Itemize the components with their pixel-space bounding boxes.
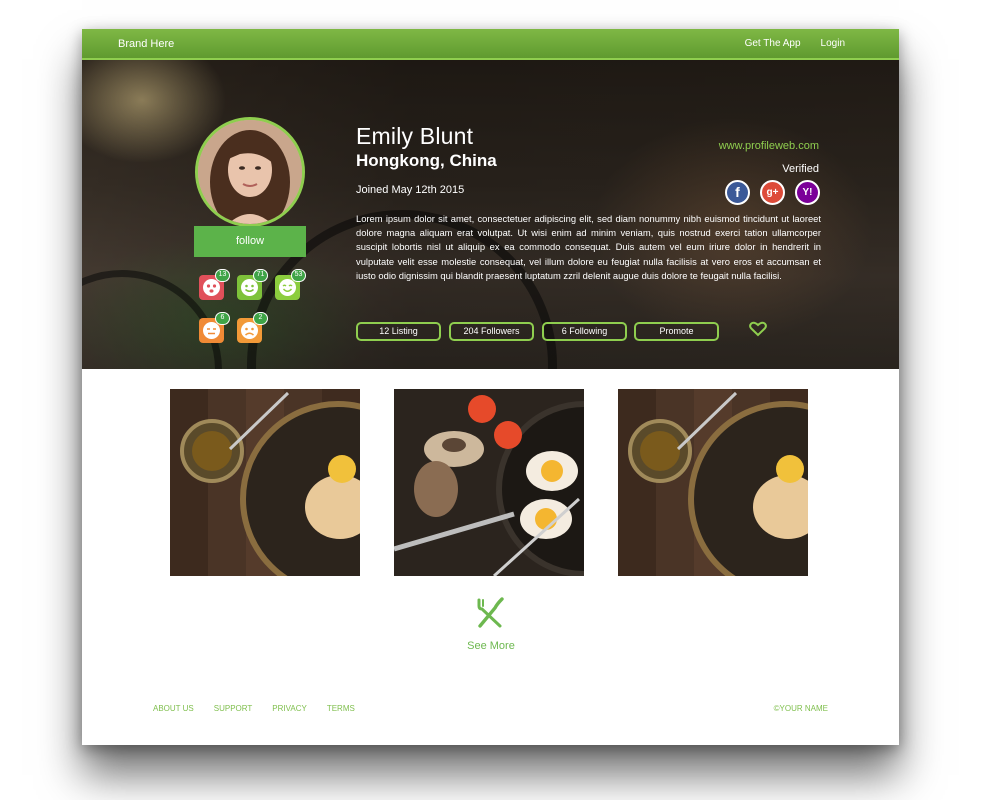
profile-location: Hongkong, China [356,151,497,170]
listing-count-button[interactable]: 12 Listing [356,322,441,341]
love-face-icon[interactable]: 13 [199,269,230,300]
nav-links: Get The App Login [745,38,845,49]
get-the-app-link[interactable]: Get The App [745,38,801,49]
neutral-face-icon[interactable]: 6 [199,312,230,343]
top-navbar: Brand Here Get The App Login [82,29,899,60]
reaction-count: 13 [215,269,230,282]
reaction-count: 6 [215,312,230,325]
reaction-count: 2 [253,312,268,325]
footer-about-link[interactable]: ABOUT US [153,704,194,713]
footer-terms-link[interactable]: TERMS [327,704,355,713]
profile-hero: follow 13 71 53 6 2 Emily Blunt Hongkong… [82,60,899,369]
google-plus-icon[interactable]: g+ [760,180,785,205]
following-count-button[interactable]: 6 Following [542,322,627,341]
footer-support-link[interactable]: SUPPORT [214,704,253,713]
fork-knife-icon[interactable] [473,596,507,628]
smile-face-icon[interactable]: 71 [237,269,268,300]
heart-icon[interactable] [749,321,767,337]
food-photo[interactable] [618,389,808,576]
happy-face-icon[interactable]: 53 [275,269,306,300]
food-photo[interactable] [394,389,584,576]
facebook-icon[interactable]: f [725,180,750,205]
footer-links: ABOUT US SUPPORT PRIVACY TERMS [153,704,355,713]
follow-button[interactable]: follow [194,226,306,257]
profile-avatar[interactable] [195,117,305,227]
promote-button[interactable]: Promote [634,322,719,341]
sad-face-icon[interactable]: 2 [237,312,268,343]
yahoo-icon[interactable]: Y! [795,180,820,205]
followers-count-button[interactable]: 204 Followers [449,322,534,341]
profile-bio: Lorem ipsum dolor sit amet, consectetuer… [356,213,821,281]
reaction-count: 71 [253,269,268,282]
footer-privacy-link[interactable]: PRIVACY [272,704,307,713]
reaction-count: 53 [291,269,306,282]
see-more-link[interactable]: See More [458,640,524,652]
profile-website-link[interactable]: www.profileweb.com [719,140,819,152]
joined-date: Joined May 12th 2015 [356,184,465,196]
login-link[interactable]: Login [821,38,845,49]
brand-logo[interactable]: Brand Here [118,38,174,50]
food-photo[interactable] [170,389,360,576]
profile-page: Brand Here Get The App Login follow 13 7… [82,29,899,745]
profile-name: Emily Blunt [356,123,474,149]
footer-copyright: ©YOUR NAME [773,704,828,713]
verified-label: Verified [782,163,819,175]
